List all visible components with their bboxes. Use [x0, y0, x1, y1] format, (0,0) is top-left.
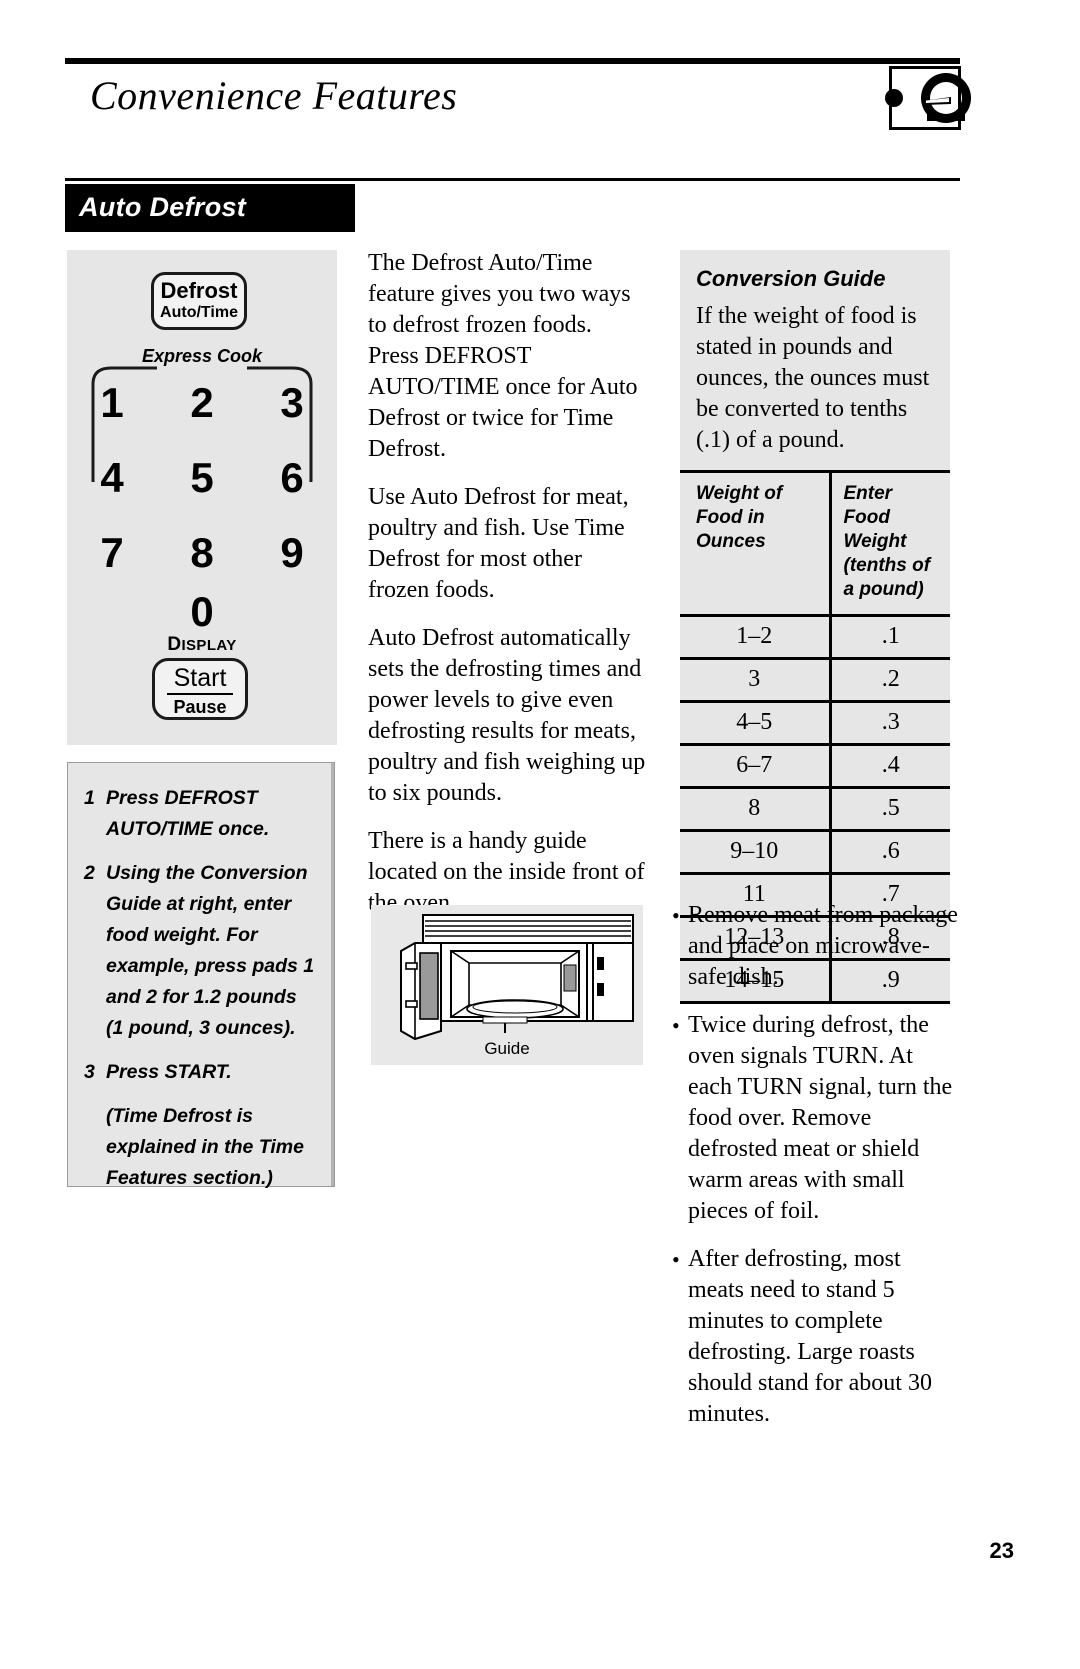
step-text: Press START. [106, 1061, 232, 1083]
column-header-tenths: Enter Food Weight (tenths of a pound) [828, 470, 950, 617]
start-pause-key[interactable]: Start Pause [152, 658, 248, 720]
section-title: Auto Defrost [79, 192, 247, 222]
cell-tenths: .6 [828, 830, 950, 875]
cell-tenths: .3 [828, 701, 950, 746]
table-row: 1–2 .1 [680, 615, 950, 660]
table-header-row: Weight of Food in Ounces Enter Food Weig… [680, 470, 950, 617]
step-item: 2 Using the Conversion Guide at right, e… [84, 858, 316, 1044]
list-item: • Twice during defrost, the oven signals… [672, 1010, 960, 1227]
defrost-auto-time-key[interactable]: Defrost Auto/Time [151, 272, 247, 330]
table-row: 3 .2 [680, 658, 950, 703]
keypad-key-7[interactable]: 7 [77, 531, 147, 574]
cell-tenths: .2 [828, 658, 950, 703]
step-note: (Time Defrost is explained in the Time F… [84, 1101, 316, 1194]
conversion-guide-title: Conversion Guide [696, 266, 886, 291]
conversion-guide-intro: If the weight of food is stated in pound… [696, 303, 930, 453]
keypad-zero-group: 0 DISPLAY [67, 590, 337, 656]
table-row: 4–5 .3 [680, 701, 950, 746]
bullet-icon: • [672, 1247, 680, 1272]
cell-ounces: 4–5 [680, 701, 830, 746]
keypad-row-2: 4 5 6 [67, 440, 337, 515]
microwave-oven-illustration [400, 914, 634, 1041]
display-label: DISPLAY [67, 634, 337, 656]
step-number: 3 [84, 1061, 95, 1083]
step-note-number [84, 1101, 106, 1194]
step-number: 1 [84, 787, 95, 809]
body-text-column: The Defrost Auto/Time feature gives you … [368, 248, 648, 936]
defrost-tips-list: • Remove meat from package and place on … [672, 900, 960, 1447]
body-paragraph: Use Auto Defrost for meat, poultry and f… [368, 484, 629, 603]
cell-ounces: 8 [680, 787, 830, 832]
keypad-key-4[interactable]: 4 [77, 456, 147, 499]
step-item: 1 Press DEFROST AUTO/TIME once. [84, 783, 316, 845]
start-key-line1: Start [167, 663, 233, 695]
knob-dial-icon-dot [885, 89, 903, 107]
body-paragraph: Auto Defrost automatically sets the defr… [368, 625, 646, 806]
bullet-icon: • [672, 1013, 680, 1038]
number-keypad: 1 2 3 4 5 6 7 8 9 [67, 365, 337, 590]
page-number: 23 [989, 1538, 1014, 1563]
cell-tenths: .4 [828, 744, 950, 789]
start-key-line2: Pause [173, 697, 227, 717]
keypad-key-1[interactable]: 1 [77, 381, 147, 424]
manual-page: Convenience Features Auto Defrost Defros… [0, 0, 1080, 1669]
keypad-row-1: 1 2 3 [67, 365, 337, 440]
bullet-icon: • [672, 903, 680, 928]
instruction-steps-box: 1 Press DEFROST AUTO/TIME once. 2 Using … [67, 762, 335, 1189]
step-number: 2 [84, 862, 95, 884]
cell-ounces: 3 [680, 658, 830, 703]
oven-guide-figure: Guide [371, 905, 643, 1065]
header-rule-top [65, 58, 960, 64]
cell-ounces: 6–7 [680, 744, 830, 789]
keypad-key-0[interactable]: 0 [67, 590, 337, 634]
keypad-key-6[interactable]: 6 [257, 456, 327, 499]
body-paragraph: The Defrost Auto/Time feature gives you … [368, 250, 638, 462]
section-title-bar: Auto Defrost [65, 184, 355, 232]
display-label-rest: ISPLAY [181, 637, 237, 654]
list-item: • Remove meat from package and place on … [672, 900, 960, 993]
conversion-guide-box: Conversion Guide If the weight of food i… [680, 250, 950, 1004]
header-rule-bottom [65, 178, 960, 181]
step-item: 3 Press START. [84, 1057, 316, 1088]
cell-ounces: 1–2 [680, 615, 830, 660]
list-item: • After defrosting, most meats need to s… [672, 1244, 960, 1430]
cell-tenths: .1 [828, 615, 950, 660]
keypad-key-2[interactable]: 2 [167, 381, 237, 424]
step-note-text: (Time Defrost is explained in the Time F… [106, 1105, 304, 1189]
control-panel-illustration: Defrost Auto/Time Express Cook 1 2 3 4 5… [67, 250, 337, 745]
table-row: 8 .5 [680, 787, 950, 832]
knob-dial-icon [920, 73, 972, 123]
tip-text: After defrosting, most meats need to sta… [688, 1246, 932, 1427]
keypad-key-9[interactable]: 9 [257, 531, 327, 574]
cell-tenths: .5 [828, 787, 950, 832]
keypad-key-5[interactable]: 5 [167, 456, 237, 499]
display-label-initial: D [167, 634, 182, 655]
defrost-key-line2: Auto/Time [160, 304, 238, 321]
column-header-ounces: Weight of Food in Ounces [680, 470, 830, 617]
page-title: Convenience Features [90, 73, 458, 118]
tip-text: Twice during defrost, the oven signals T… [688, 1012, 953, 1224]
keypad-row-3: 7 8 9 [67, 515, 337, 590]
keypad-key-3[interactable]: 3 [257, 381, 327, 424]
table-row: 9–10 .6 [680, 830, 950, 875]
keypad-key-8[interactable]: 8 [167, 531, 237, 574]
cell-ounces: 9–10 [680, 830, 830, 875]
step-text: Press DEFROST AUTO/TIME once. [106, 787, 270, 840]
step-text: Using the Conversion Guide at right, ent… [106, 862, 315, 1039]
table-row: 6–7 .4 [680, 744, 950, 789]
defrost-key-line1: Defrost [160, 278, 238, 303]
tip-text: Remove meat from package and place on mi… [688, 902, 958, 990]
figure-caption: Guide [484, 1039, 530, 1058]
